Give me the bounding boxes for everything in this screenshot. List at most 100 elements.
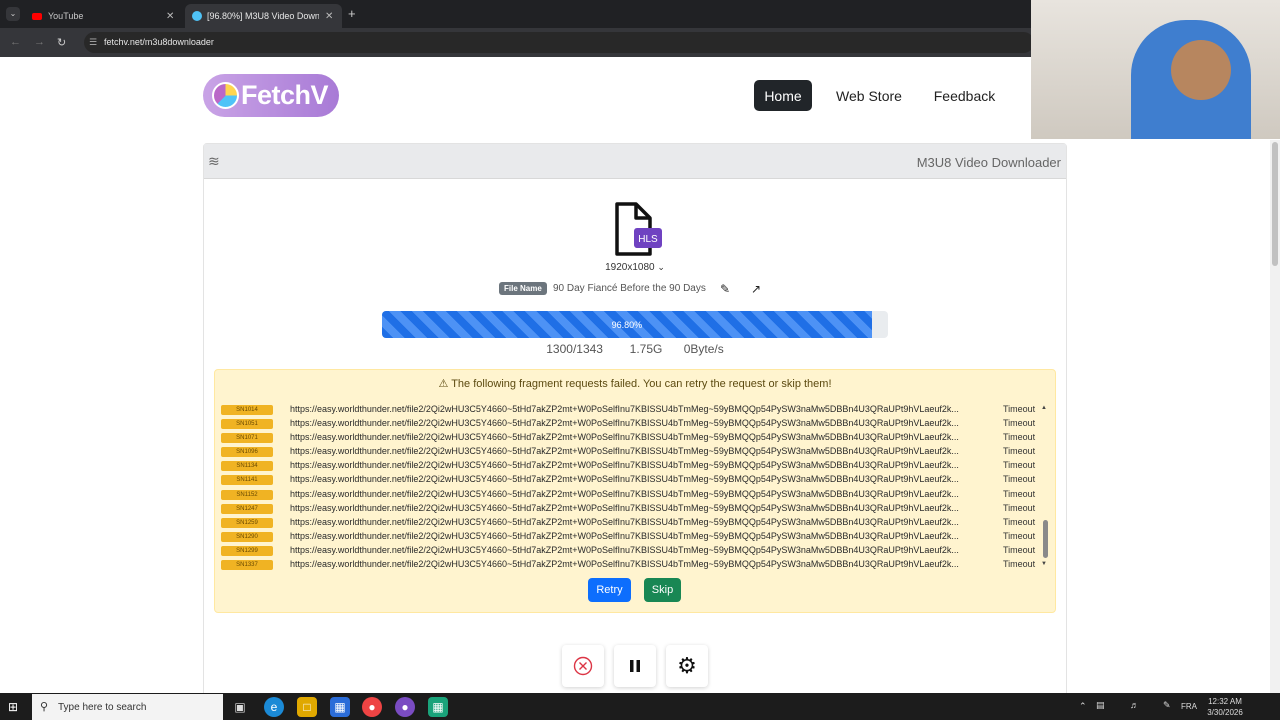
- volume-icon[interactable]: ♬: [1130, 700, 1139, 710]
- store-icon[interactable]: ▦: [330, 697, 350, 717]
- fragment-url: https://easy.worldthunder.net/file2/2Qi2…: [290, 559, 959, 570]
- file-explorer-icon[interactable]: □: [297, 697, 317, 717]
- external-link-icon[interactable]: ↗: [751, 282, 761, 296]
- tab-youtube[interactable]: YouTube ✕: [26, 4, 182, 28]
- fragment-row: SN1152 https://easy.worldthunder.net/file…: [220, 488, 1040, 502]
- language-indicator[interactable]: FRA: [1181, 702, 1197, 711]
- fragment-id-badge: SN1014: [221, 405, 273, 415]
- progress-percent: 96.80%: [611, 319, 643, 330]
- reload-icon[interactable]: ↻: [57, 36, 66, 49]
- fragment-url: https://easy.worldthunder.net/file2/2Qi2…: [290, 502, 959, 513]
- retry-button[interactable]: Retry: [588, 578, 631, 602]
- fragment-url: https://easy.worldthunder.net/file2/2Qi2…: [290, 530, 959, 541]
- youtube-icon: [32, 12, 42, 20]
- app-icon[interactable]: ●: [395, 697, 415, 717]
- fragment-status: Timeout: [1003, 418, 1036, 429]
- back-icon[interactable]: ←: [10, 36, 21, 48]
- logo-icon: [212, 82, 239, 109]
- cancel-icon: [573, 656, 593, 676]
- network-icon[interactable]: ▤: [1096, 700, 1105, 711]
- fragment-status: Timeout: [1003, 516, 1036, 527]
- search-icon: ⚲: [40, 701, 49, 713]
- pen-icon[interactable]: ✎: [1163, 700, 1171, 711]
- fragment-id-badge: SN1152: [221, 489, 273, 500]
- search-placeholder: Type here to search: [58, 701, 147, 713]
- settings-button[interactable]: ⚙: [666, 645, 708, 687]
- tab-list-button[interactable]: ⌄: [6, 7, 20, 21]
- fragment-id-badge: SN1051: [221, 419, 273, 430]
- webcam-overlay: [1031, 0, 1280, 139]
- chevron-down-icon: ⌄: [657, 262, 665, 272]
- hls-badge: HLS: [638, 234, 658, 245]
- edit-filename-icon[interactable]: ✎: [720, 282, 730, 296]
- fragment-status: Timeout: [1003, 446, 1036, 457]
- fragment-row: SN1071 https://easy.worldthunder.net/file…: [220, 431, 1040, 445]
- scroll-down-icon[interactable]: ▼: [1041, 561, 1047, 567]
- fragment-status: Timeout: [1003, 530, 1036, 541]
- fragment-list-scrollbar[interactable]: [1043, 520, 1048, 558]
- forward-icon[interactable]: →: [34, 36, 45, 48]
- skip-button[interactable]: Skip: [644, 578, 681, 602]
- fragment-row: SN1259 https://easy.worldthunder.net/file…: [220, 516, 1040, 530]
- alert-text: The following fragment requests failed. …: [451, 378, 832, 390]
- pause-icon: [630, 660, 640, 672]
- tray-chevron-icon[interactable]: ⌃: [1079, 701, 1087, 712]
- fragment-url: https://easy.worldthunder.net/file2/2Qi2…: [290, 544, 959, 555]
- page-scrollbar-thumb[interactable]: [1272, 142, 1278, 266]
- fragment-row: SN1134 https://easy.worldthunder.net/file…: [220, 459, 1040, 473]
- new-tab-icon[interactable]: +: [348, 6, 356, 21]
- fragment-url: https://easy.worldthunder.net/file2/2Qi2…: [290, 474, 959, 485]
- fragment-row: SN1290 https://easy.worldthunder.net/file…: [220, 530, 1040, 544]
- tab-m3u8-downloader[interactable]: [96.80%] M3U8 Video Downlo ✕: [185, 4, 342, 28]
- fragment-id-badge: SN1259: [221, 517, 273, 528]
- tab-title: [96.80%] M3U8 Video Downlo: [207, 11, 319, 21]
- fragment-id-badge: SN1337: [221, 560, 273, 571]
- site-info-icon[interactable]: ☰: [89, 37, 97, 48]
- cancel-button[interactable]: [562, 645, 604, 687]
- fragment-status: Timeout: [1003, 488, 1036, 499]
- fragment-status: Timeout: [1003, 502, 1036, 513]
- fragment-id-badge: SN1141: [221, 475, 273, 486]
- fragment-row: SN1247 https://easy.worldthunder.net/file…: [220, 502, 1040, 516]
- fragment-id-badge: SN1134: [221, 461, 273, 472]
- app-icon-2[interactable]: ▦: [428, 697, 448, 717]
- close-icon[interactable]: ✕: [325, 11, 333, 22]
- chrome-icon[interactable]: ●: [362, 697, 382, 717]
- fragment-row: SN1014 https://easy.worldthunder.net/file…: [220, 403, 1040, 417]
- fragment-id-badge: SN1071: [221, 433, 273, 444]
- fragment-id-badge: SN1290: [221, 531, 273, 542]
- close-icon[interactable]: ✕: [166, 11, 174, 22]
- fragment-row: SN1337 https://easy.worldthunder.net/file…: [220, 558, 1040, 572]
- fragment-row: SN1051 https://easy.worldthunder.net/file…: [220, 417, 1040, 431]
- fragment-url: https://easy.worldthunder.net/file2/2Qi2…: [290, 404, 959, 414]
- edge-icon[interactable]: e: [264, 697, 284, 717]
- url-text: fetchv.net/m3u8downloader: [104, 37, 214, 47]
- clock[interactable]: 12:32 AM 3/30/2026: [1200, 696, 1250, 718]
- fragment-status: Timeout: [1003, 460, 1036, 471]
- wind-icon: ≋: [208, 153, 220, 169]
- nav-feedback[interactable]: Feedback: [928, 80, 1001, 111]
- progress-bar: 96.80%: [382, 311, 888, 338]
- nav-web-store[interactable]: Web Store: [830, 80, 908, 111]
- fragment-url: https://easy.worldthunder.net/file2/2Qi2…: [290, 446, 959, 457]
- nav-home[interactable]: Home: [754, 80, 812, 111]
- webcam-face: [1171, 40, 1231, 100]
- failed-fragment-list[interactable]: SN1014 https://easy.worldthunder.net/file…: [220, 403, 1040, 572]
- fragment-row: SN1141 https://easy.worldthunder.net/file…: [220, 473, 1040, 487]
- fragment-url: https://easy.worldthunder.net/file2/2Qi2…: [290, 418, 959, 429]
- filename-label: File Name: [499, 282, 547, 295]
- url-field[interactable]: [84, 32, 1034, 53]
- task-view-icon[interactable]: ▣: [230, 697, 250, 717]
- clock-time: 12:32 AM: [1208, 697, 1242, 706]
- fetchv-logo[interactable]: FetchV: [203, 74, 339, 117]
- resolution-select[interactable]: 1920x1080 ⌄: [560, 262, 710, 273]
- scroll-up-icon[interactable]: ▲: [1041, 405, 1047, 411]
- pause-button[interactable]: [614, 645, 656, 687]
- fragment-row: SN1299 https://easy.worldthunder.net/file…: [220, 544, 1040, 558]
- windows-start-icon[interactable]: ⊞: [8, 700, 18, 714]
- fragment-id-badge: SN1299: [221, 545, 273, 556]
- clock-date: 3/30/2026: [1207, 708, 1243, 717]
- fragment-id-badge: SN1096: [221, 447, 273, 458]
- taskbar-search[interactable]: ⚲ Type here to search: [32, 694, 223, 720]
- fragment-status: Timeout: [1003, 544, 1036, 555]
